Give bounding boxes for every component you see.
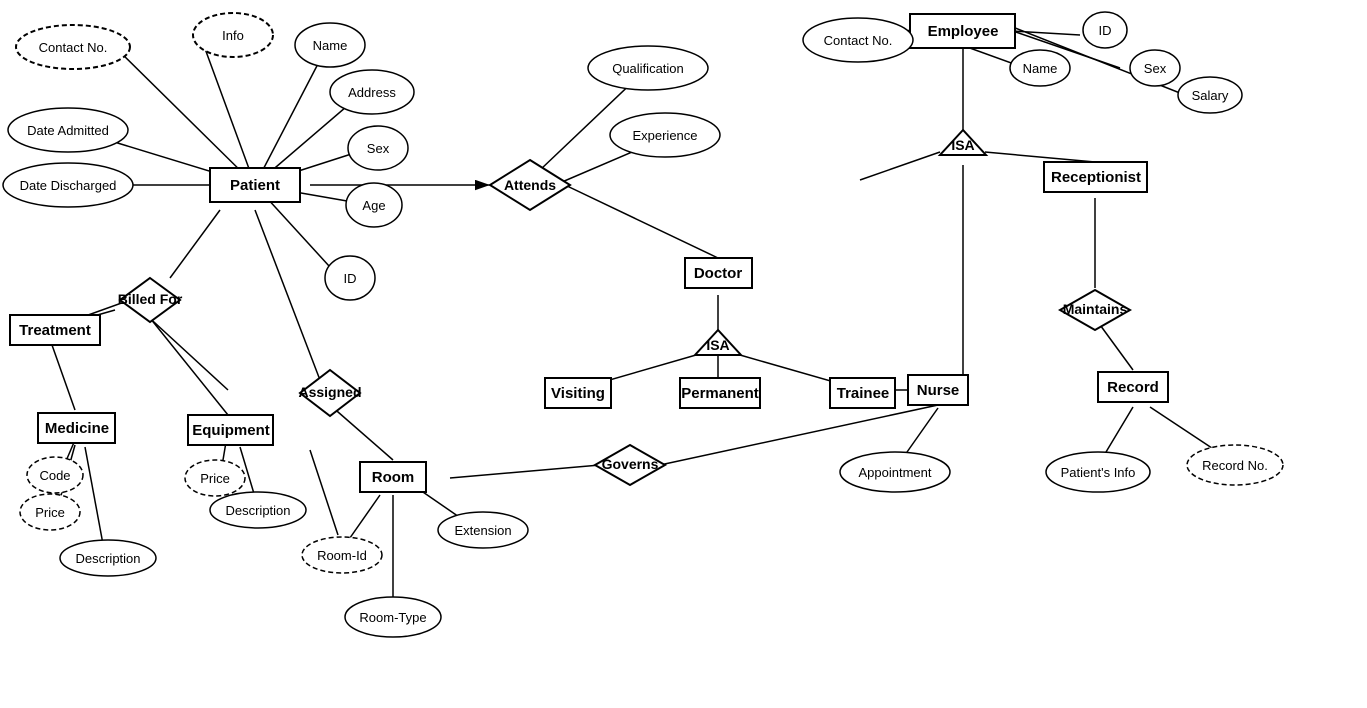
record-label: Record	[1107, 379, 1159, 396]
equipment-desc-text: Description	[225, 503, 290, 518]
equipment-label: Equipment	[192, 422, 270, 439]
room-label: Room	[372, 469, 415, 486]
medicine-desc-text: Description	[75, 551, 140, 566]
qualification-text: Qualification	[612, 61, 684, 76]
patients-info-text: Patient's Info	[1061, 465, 1136, 480]
employee-isa-label: ISA	[951, 137, 974, 153]
employee-label: Employee	[928, 23, 999, 40]
record-no-text: Record No.	[1202, 458, 1268, 473]
experience-text: Experience	[632, 128, 697, 143]
maintains-label: Maintains	[1063, 301, 1128, 317]
employee-id-text: ID	[1099, 23, 1112, 38]
doctor-isa-label: ISA	[706, 337, 729, 353]
nurse-label: Nurse	[917, 382, 960, 399]
address-text: Address	[348, 85, 396, 100]
er-diagram: Patient Employee Doctor Nurse Receptioni…	[0, 0, 1367, 703]
employee-contact-text: Contact No.	[824, 33, 893, 48]
employee-name-text: Name	[1023, 61, 1058, 76]
date-admitted-text: Date Admitted	[27, 123, 109, 138]
room-id-text: Room-Id	[317, 548, 367, 563]
trainee-label: Trainee	[837, 385, 890, 402]
appointment-text: Appointment	[859, 465, 932, 480]
visiting-label: Visiting	[551, 385, 605, 402]
salary-text: Salary	[1192, 88, 1229, 103]
date-discharged-text: Date Discharged	[20, 178, 117, 193]
extension-text: Extension	[454, 523, 511, 538]
permanent-label: Permanent	[681, 385, 759, 402]
patient-name-text: Name	[313, 38, 348, 53]
age-text: Age	[362, 198, 385, 213]
patient-id-text: ID	[344, 271, 357, 286]
room-type-text: Room-Type	[359, 610, 426, 625]
contact-no-text: Contact No.	[39, 40, 108, 55]
equipment-price-text: Price	[200, 471, 230, 486]
sex-text: Sex	[367, 141, 390, 156]
code-text: Code	[39, 468, 70, 483]
employee-sex-text: Sex	[1144, 61, 1167, 76]
treatment-label: Treatment	[19, 322, 91, 339]
doctor-label: Doctor	[694, 265, 742, 282]
assigned-label: Assigned	[298, 384, 361, 400]
receptionist-label: Receptionist	[1051, 169, 1141, 186]
governs-label: Governs	[602, 456, 659, 472]
info-text: Info	[222, 28, 244, 43]
medicine-label: Medicine	[45, 420, 109, 437]
attends-label: Attends	[504, 177, 556, 193]
patient-label: Patient	[230, 177, 280, 194]
billed-for-label: Billed For	[118, 291, 183, 307]
medicine-price-text: Price	[35, 505, 65, 520]
